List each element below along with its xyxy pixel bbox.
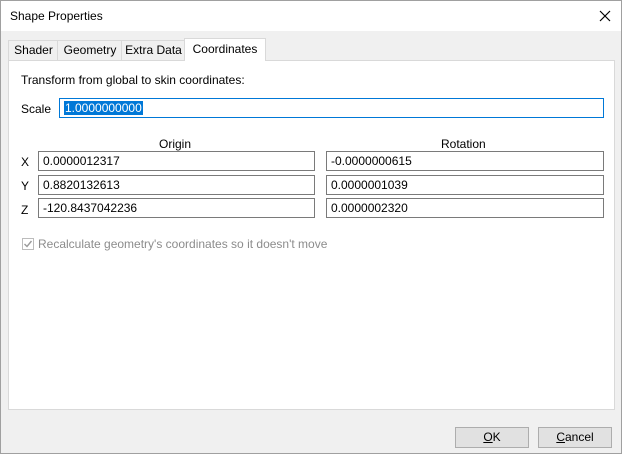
scale-value: 1.0000000000: [64, 101, 143, 115]
cancel-label-rest: ancel: [564, 430, 594, 444]
cancel-button[interactable]: Cancel: [538, 427, 612, 448]
tab-extra-data[interactable]: Extra Data: [121, 40, 186, 60]
recalc-label: Recalculate geometry's coordinates so it…: [38, 237, 328, 251]
checkmark-icon: [24, 240, 33, 248]
rotation-header: Rotation: [441, 137, 486, 151]
tab-shader[interactable]: Shader: [8, 40, 59, 60]
origin-z-input[interactable]: -120.8437042236: [38, 198, 315, 218]
tab-geometry[interactable]: Geometry: [57, 40, 123, 60]
scale-input[interactable]: 1.0000000000: [59, 98, 604, 118]
close-icon: [599, 10, 611, 22]
axis-x-label: X: [21, 155, 30, 169]
cancel-mnemonic: C: [556, 430, 565, 444]
axis-y-label: Y: [21, 179, 30, 193]
coordinates-panel: Transform from global to skin coordinate…: [8, 60, 615, 410]
scale-label: Scale: [21, 102, 52, 116]
origin-x-input[interactable]: 0.0000012317: [38, 151, 315, 171]
origin-header: Origin: [159, 137, 192, 151]
ok-mnemonic: O: [483, 430, 493, 444]
transform-heading: Transform from global to skin coordinate…: [21, 73, 245, 87]
recalc-checkbox[interactable]: [22, 238, 34, 250]
ok-button[interactable]: OK: [455, 427, 529, 448]
origin-y-input[interactable]: 0.8820132613: [38, 175, 315, 195]
title-bar: Shape Properties: [1, 1, 621, 31]
shape-properties-dialog: Shape Properties Shader Geometry Extra D…: [0, 0, 622, 454]
ok-label-rest: K: [492, 430, 501, 444]
window-title: Shape Properties: [10, 9, 103, 23]
rotation-z-input[interactable]: 0.0000002320: [326, 198, 604, 218]
rotation-x-input[interactable]: -0.0000000615: [326, 151, 604, 171]
tab-coordinates[interactable]: Coordinates: [184, 38, 266, 61]
axis-z-label: Z: [21, 203, 29, 217]
close-button[interactable]: [589, 1, 621, 31]
rotation-y-input[interactable]: 0.0000001039: [326, 175, 604, 195]
